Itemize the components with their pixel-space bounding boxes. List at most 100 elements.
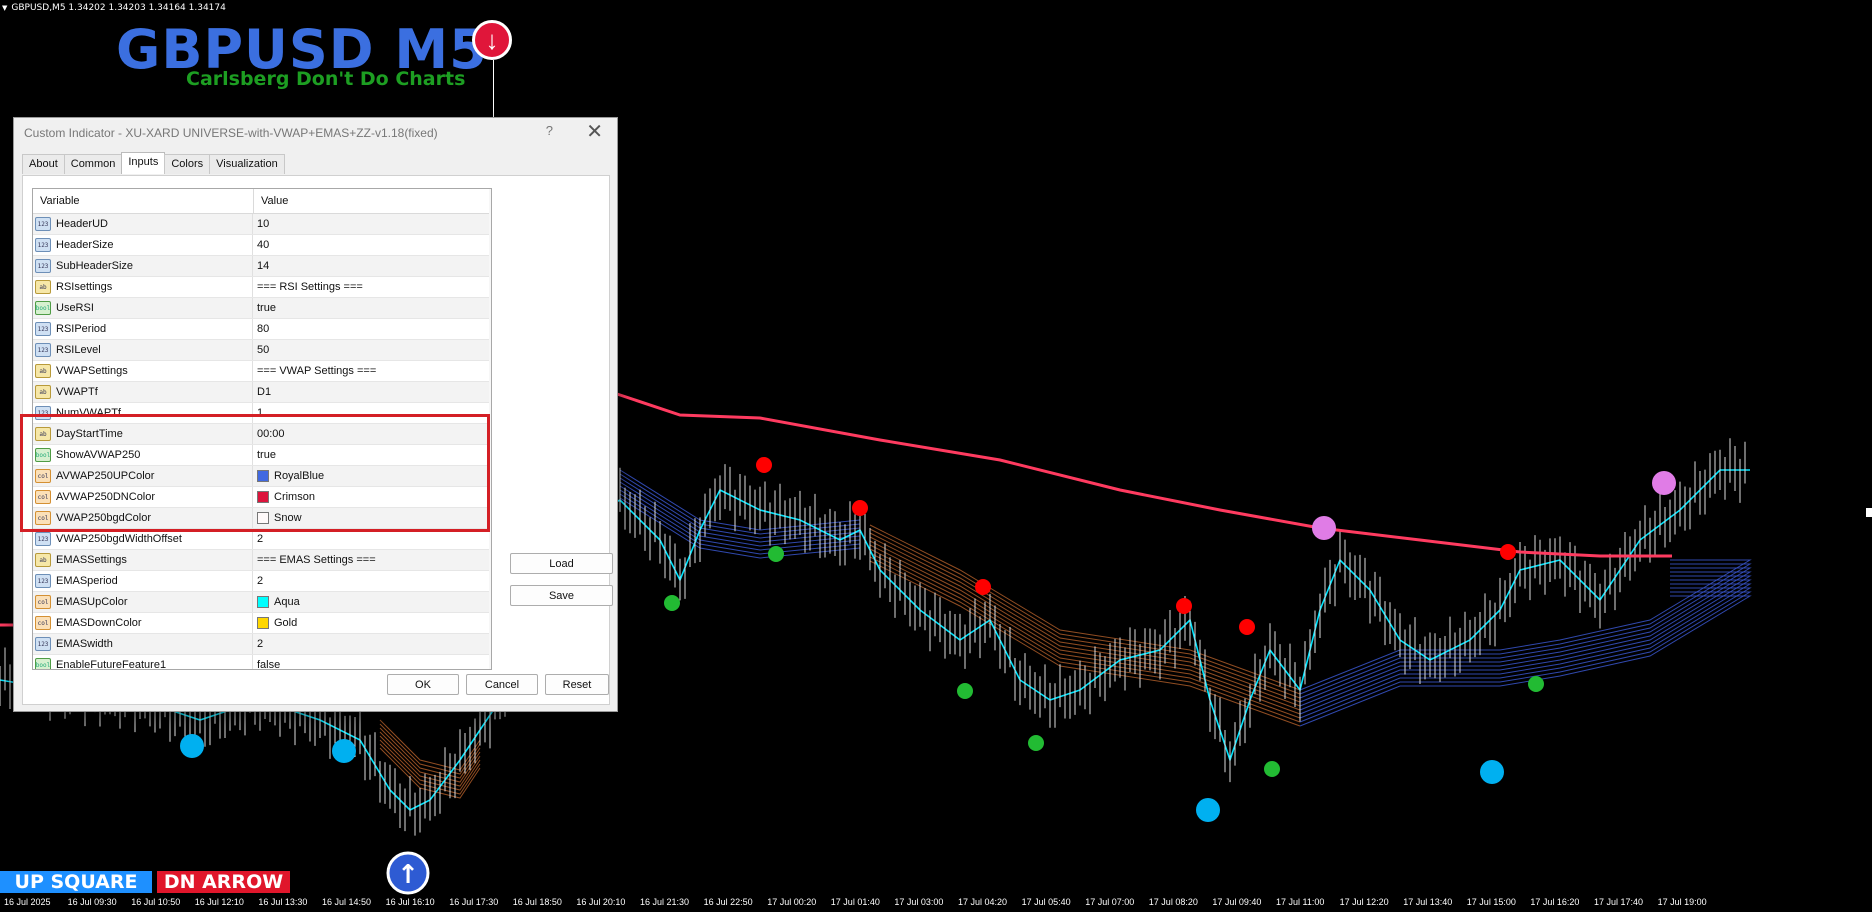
save-button[interactable]: Save bbox=[510, 585, 613, 606]
tab-about[interactable]: About bbox=[22, 154, 65, 174]
input-value[interactable]: 10 bbox=[253, 214, 491, 234]
up-arrow-icon: ↑ bbox=[397, 860, 419, 890]
time-tick: 17 Jul 04:20 bbox=[958, 897, 1008, 907]
input-row[interactable]: 123 HeaderSize 40 bbox=[33, 235, 491, 256]
dialog-title: Custom Indicator - XU-XARD UNIVERSE-with… bbox=[24, 126, 438, 140]
input-value[interactable]: 2 bbox=[253, 571, 491, 591]
tab-colors[interactable]: Colors bbox=[164, 154, 211, 174]
input-row[interactable]: ab EMASSettings === EMAS Settings === bbox=[33, 550, 491, 571]
time-tick: 17 Jul 16:20 bbox=[1530, 897, 1580, 907]
tab-inputs[interactable]: Inputs bbox=[121, 152, 166, 174]
load-button[interactable]: Load bbox=[510, 553, 613, 574]
input-variable-name: EMASDownColor bbox=[56, 617, 142, 629]
input-value[interactable]: === VWAP Settings === bbox=[253, 361, 491, 381]
input-variable: col EMASUpColor bbox=[33, 592, 253, 612]
input-variable: ab RSIsettings bbox=[33, 277, 253, 297]
time-tick: 17 Jul 03:00 bbox=[894, 897, 944, 907]
time-tick: 16 Jul 10:50 bbox=[131, 897, 181, 907]
input-row[interactable]: col EMASUpColor Aqua bbox=[33, 592, 491, 613]
input-variable-name: EMASSettings bbox=[56, 554, 127, 566]
legend-dn-arrow: DN ARROW bbox=[157, 871, 290, 893]
signal-marker bbox=[1652, 471, 1676, 495]
time-tick: 17 Jul 09:40 bbox=[1212, 897, 1262, 907]
input-row[interactable]: 123 VWAP250bgdWidthOffset 2 bbox=[33, 529, 491, 550]
input-value-text: 50 bbox=[257, 344, 270, 356]
input-variable: bool UseRSI bbox=[33, 298, 253, 318]
time-tick: 16 Jul 16:10 bbox=[385, 897, 435, 907]
reset-button[interactable]: Reset bbox=[545, 674, 609, 695]
close-button[interactable]: ✕ bbox=[586, 119, 603, 144]
input-value-text: 14 bbox=[257, 260, 270, 272]
input-value[interactable]: === RSI Settings === bbox=[253, 277, 491, 297]
time-tick: 16 Jul 18:50 bbox=[512, 897, 562, 907]
signal-marker bbox=[1312, 516, 1336, 540]
help-button[interactable]: ? bbox=[546, 123, 553, 138]
input-row[interactable]: bool UseRSI true bbox=[33, 298, 491, 319]
input-value-text: 2 bbox=[257, 533, 264, 545]
up-dot-marker bbox=[664, 595, 680, 611]
time-tick: 17 Jul 01:40 bbox=[830, 897, 880, 907]
up-dot-marker bbox=[1528, 676, 1544, 692]
time-tick: 16 Jul 13:30 bbox=[258, 897, 308, 907]
time-tick: 17 Jul 12:20 bbox=[1339, 897, 1389, 907]
input-variable-name: VWAPSettings bbox=[56, 365, 128, 377]
column-variable[interactable]: Variable bbox=[33, 189, 254, 213]
input-value[interactable]: === EMAS Settings === bbox=[253, 550, 491, 570]
time-axis: 16 Jul 2025 16 Jul 09:30 16 Jul 10:50 16 Ju… bbox=[0, 895, 1872, 912]
input-value[interactable]: 2 bbox=[253, 634, 491, 654]
input-variable-name: HeaderUD bbox=[56, 218, 108, 230]
input-value[interactable]: true bbox=[253, 298, 491, 318]
input-row[interactable]: ab RSIsettings === RSI Settings === bbox=[33, 277, 491, 298]
input-row[interactable]: 123 RSIPeriod 80 bbox=[33, 319, 491, 340]
input-value[interactable]: 14 bbox=[253, 256, 491, 276]
input-value[interactable]: false bbox=[253, 655, 491, 669]
input-variable-name: RSILevel bbox=[56, 344, 101, 356]
time-tick: 17 Jul 05:40 bbox=[1021, 897, 1071, 907]
type-string-icon: ab bbox=[35, 385, 51, 399]
input-row[interactable]: bool EnableFutureFeature1 false bbox=[33, 655, 491, 669]
legend-up-square: UP SQUARE bbox=[0, 871, 152, 893]
input-row[interactable]: 123 EMASperiod 2 bbox=[33, 571, 491, 592]
input-value-text: 2 bbox=[257, 575, 264, 587]
input-row[interactable]: ab VWAPTf D1 bbox=[33, 382, 491, 403]
input-row[interactable]: 123 RSILevel 50 bbox=[33, 340, 491, 361]
cancel-button[interactable]: Cancel bbox=[466, 674, 538, 695]
up-square-marker bbox=[1196, 798, 1220, 822]
input-variable: 123 EMASperiod bbox=[33, 571, 253, 591]
input-value-text: Aqua bbox=[274, 596, 300, 608]
input-value[interactable]: 40 bbox=[253, 235, 491, 255]
time-tick: 16 Jul 20:10 bbox=[576, 897, 626, 907]
type-color-icon: col bbox=[35, 616, 51, 630]
input-variable: col EMASDownColor bbox=[33, 613, 253, 633]
time-tick: 17 Jul 19:00 bbox=[1657, 897, 1707, 907]
type-string-icon: ab bbox=[35, 553, 51, 567]
type-color-icon: col bbox=[35, 595, 51, 609]
input-value[interactable]: 2 bbox=[253, 529, 491, 549]
tab-visualization[interactable]: Visualization bbox=[209, 154, 285, 174]
input-variable: 123 EMASwidth bbox=[33, 634, 253, 654]
tab-common[interactable]: Common bbox=[63, 154, 123, 174]
input-value[interactable]: 80 bbox=[253, 319, 491, 339]
input-value[interactable]: Aqua bbox=[253, 592, 491, 612]
column-value[interactable]: Value bbox=[254, 189, 295, 213]
input-value[interactable]: D1 bbox=[253, 382, 491, 402]
input-value-text: true bbox=[257, 302, 276, 314]
tab-bar: About Common Inputs Colors Visualization bbox=[22, 152, 285, 174]
input-variable-name: VWAP250bgdWidthOffset bbox=[56, 533, 182, 545]
ok-button[interactable]: OK bbox=[387, 674, 459, 695]
input-row[interactable]: 123 HeaderUD 10 bbox=[33, 214, 491, 235]
input-variable-name: RSIPeriod bbox=[56, 323, 107, 335]
input-value-text: 40 bbox=[257, 239, 270, 251]
symbol-info-text: GBPUSD,M5 1.34202 1.34203 1.34164 1.3417… bbox=[11, 3, 226, 13]
input-row[interactable]: 123 EMASwidth 2 bbox=[33, 634, 491, 655]
input-row[interactable]: ab VWAPSettings === VWAP Settings === bbox=[33, 361, 491, 382]
input-value[interactable]: Gold bbox=[253, 613, 491, 633]
input-value-text: D1 bbox=[257, 386, 272, 398]
dn-dot-marker bbox=[1500, 544, 1516, 560]
input-value[interactable]: 50 bbox=[253, 340, 491, 360]
input-row[interactable]: col EMASDownColor Gold bbox=[33, 613, 491, 634]
color-swatch bbox=[257, 596, 269, 608]
input-row[interactable]: 123 SubHeaderSize 14 bbox=[33, 256, 491, 277]
chart-subheader: Carlsberg Don't Do Charts bbox=[186, 68, 466, 90]
type-number-icon: 123 bbox=[35, 259, 51, 273]
